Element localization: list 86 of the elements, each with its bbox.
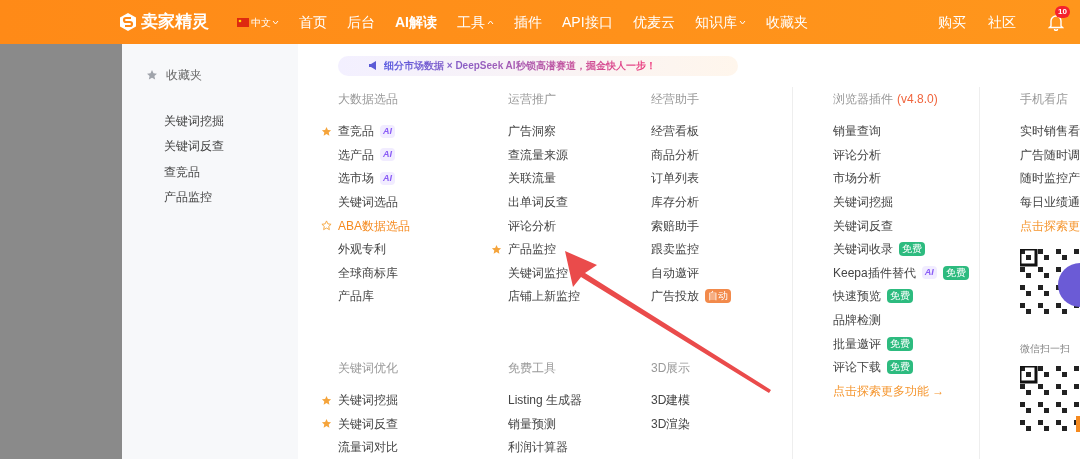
menu-item[interactable]: 关键词选品 [338, 193, 398, 212]
menu-item[interactable]: Keepa插件替代 [833, 263, 916, 282]
star-icon[interactable] [321, 418, 332, 430]
ai-tag: AI [380, 148, 395, 162]
star-icon[interactable] [321, 394, 332, 406]
menu-item[interactable]: 产品监控 [508, 240, 556, 259]
section-title: 运营推广 [508, 91, 556, 109]
free-tag: 免费 [887, 336, 913, 351]
star-icon[interactable] [321, 125, 332, 137]
promo-banner[interactable]: 细分市场数据 × DeepSeek AI秒锁高潜赛道，掘金快人一步！ [338, 55, 738, 76]
star-icon [146, 69, 158, 81]
menu-item[interactable]: 市场分析 [833, 169, 881, 188]
menu-item[interactable]: 关键词反查 [833, 216, 893, 235]
menu-item[interactable]: 产品库 [338, 287, 374, 306]
menu-item[interactable]: 随时监控产 [1020, 169, 1080, 188]
free-tag: 免费 [887, 289, 913, 304]
menu-item[interactable]: 库存分析 [651, 193, 699, 212]
caret-icon [272, 19, 279, 25]
menu-item[interactable]: 3D建模 [651, 391, 691, 409]
free-tag: 免费 [899, 242, 925, 257]
menu-item[interactable]: 关键词收录 [833, 240, 893, 259]
menu-item[interactable]: 关键词挖掘 [338, 391, 398, 409]
section-title: 大数据选品 [338, 91, 398, 109]
menu-item[interactable]: 查竞品 [338, 122, 374, 141]
menu-item[interactable]: 自动邀评 [651, 263, 699, 282]
menu-item[interactable]: 流量词对比 [338, 438, 398, 457]
menu-item[interactable]: 3D渲染 [651, 414, 691, 433]
star-icon[interactable] [491, 243, 502, 255]
ai-tag: AI [380, 171, 395, 185]
megaphone-icon [368, 61, 378, 70]
menu-item[interactable]: 实时销售看 [1020, 122, 1080, 141]
favorite-item[interactable]: 关键词反查 [164, 137, 224, 156]
menu-item[interactable]: 快速预览 [833, 287, 881, 306]
flag-icon [237, 17, 249, 27]
free-tag: 免费 [942, 265, 969, 280]
menu-item[interactable]: 选市场 [338, 169, 374, 188]
menu-item[interactable]: 选产品 [338, 145, 374, 164]
version-label: (v4.8.0) [897, 91, 938, 109]
menu-item[interactable]: 全球商标库 [338, 263, 398, 282]
section-title: 3D展示 [651, 360, 691, 378]
menu-item[interactable]: 店铺上新监控 [508, 287, 580, 306]
section-title: 浏览器插件 [833, 91, 893, 109]
menu-item[interactable]: 销量预测 [508, 414, 556, 433]
free-tag: 免费 [887, 360, 913, 375]
menu-item[interactable]: 评论下载 [833, 358, 881, 377]
bell-icon[interactable] [1048, 13, 1064, 31]
menu-item[interactable]: 利润计算器 [508, 438, 568, 457]
section-title: 经营助手 [651, 91, 699, 109]
menu-item[interactable]: 商品分析 [651, 145, 699, 164]
menu-item[interactable]: 广告投放 [651, 287, 699, 306]
menu-item[interactable]: 经营看板 [651, 122, 699, 141]
section-title: 手机看店 [1020, 91, 1068, 109]
logo-icon[interactable] [118, 12, 138, 32]
auto-tag: 自动 [705, 289, 731, 304]
caret-icon [738, 19, 746, 25]
caret-icon [487, 19, 494, 25]
notification-badge: 10 [1055, 6, 1070, 18]
star-outline-icon[interactable] [321, 220, 332, 232]
menu-item[interactable]: 关键词反查 [338, 414, 398, 433]
menu-item[interactable]: 关键词监控 [508, 263, 568, 282]
menu-item[interactable]: 外观专利 [338, 240, 386, 259]
menu-item[interactable]: 品牌检测 [833, 311, 881, 329]
menu-item[interactable]: 每日业绩通 [1020, 193, 1080, 212]
favorite-item[interactable]: 产品监控 [164, 188, 212, 207]
ai-tag: AI [921, 266, 937, 280]
section-title: 关键词优化 [338, 360, 398, 378]
menu-item[interactable]: 索赔助手 [651, 216, 699, 235]
favorites-title: 收藏夹 [166, 67, 202, 84]
favorite-item[interactable]: 关键词挖掘 [164, 111, 224, 130]
menu-item[interactable]: 关联流量 [508, 169, 556, 188]
menu-item[interactable]: 广告洞察 [508, 122, 556, 141]
menu-item[interactable]: 评论分析 [508, 216, 556, 235]
menu-item[interactable]: 订单列表 [651, 169, 699, 188]
favorite-item[interactable]: 查竞品 [164, 162, 200, 181]
menu-item[interactable]: 销量查询 [833, 122, 881, 141]
ai-tag: AI [380, 124, 395, 138]
menu-item[interactable]: Listing 生成器 [508, 391, 583, 409]
menu-item[interactable]: 广告随时调 [1020, 145, 1080, 164]
menu-item[interactable]: 出单词反查 [508, 193, 568, 212]
section-title: 免费工具 [508, 360, 556, 378]
menu-item[interactable]: 跟卖监控 [651, 240, 699, 259]
menu-item[interactable]: 评论分析 [833, 145, 881, 164]
qr-caption: 微信扫一扫 [1020, 342, 1071, 357]
menu-item[interactable]: 关键词挖掘 [833, 193, 893, 212]
menu-item[interactable]: 批量邀评 [833, 334, 881, 353]
menu-item[interactable]: 查流量来源 [508, 145, 568, 164]
